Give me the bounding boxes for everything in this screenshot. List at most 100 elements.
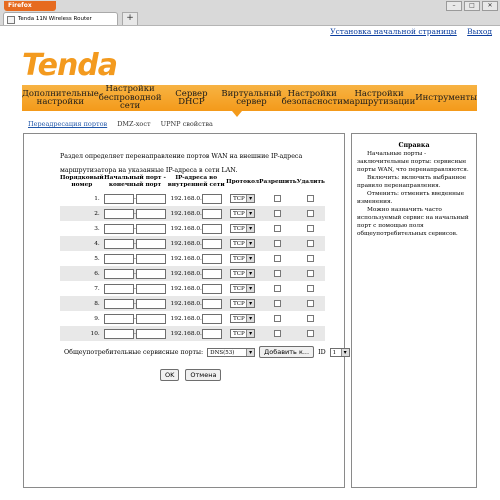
protocol-select[interactable]: TCP [230,194,256,203]
delete-checkbox[interactable] [307,210,315,217]
ip-last-octet-input[interactable] [201,223,222,234]
start-port-input[interactable] [104,223,135,234]
ip-last-octet-input[interactable] [201,328,222,339]
enable-checkbox[interactable] [274,210,282,217]
nav-dhcp-server[interactable]: Сервер DHCP [161,85,221,111]
main-nav: Дополнительные настройки Настройки беспр… [22,85,477,111]
delete-checkbox[interactable] [307,330,315,337]
end-port-input[interactable] [136,298,166,309]
protocol-select[interactable]: TCP [230,314,256,323]
delete-checkbox[interactable] [307,240,315,247]
delete-checkbox[interactable] [307,195,315,202]
end-port-input[interactable] [136,328,166,339]
enable-checkbox[interactable] [274,225,282,232]
ip-last-octet-input[interactable] [201,208,222,219]
start-port-input[interactable] [104,313,135,324]
protocol-select[interactable]: TCP [230,224,256,233]
protocol-select[interactable]: TCP [230,239,256,248]
ip-last-octet-input[interactable] [201,253,222,264]
delete-checkbox[interactable] [307,270,315,277]
nav-advanced-settings[interactable]: Дополнительные настройки [22,85,99,111]
enable-checkbox[interactable] [274,315,282,322]
end-port-input[interactable] [136,223,166,234]
enable-checkbox[interactable] [274,330,282,337]
row-number: 3. [60,221,104,236]
start-port-input[interactable] [104,193,135,204]
end-port-input[interactable] [136,268,166,279]
delete-cell [296,281,325,296]
table-row: 6.-192.168.0. TCP [60,266,325,281]
set-home-link[interactable]: Установка начальной страницы [330,27,457,36]
delete-cell [296,191,325,206]
delete-cell [296,326,325,341]
nav-routing-settings[interactable]: Настройки маршрутизации [343,85,415,111]
protocol-cell: TCP [226,191,260,206]
protocol-select[interactable]: TCP [230,209,256,218]
end-port-input[interactable] [136,253,166,264]
end-port-input[interactable] [136,193,166,204]
enable-checkbox[interactable] [274,255,282,262]
subnav-port-forwarding[interactable]: Переадресация портов [28,120,107,128]
minimize-icon[interactable]: – [446,1,462,11]
ip-last-octet-input[interactable] [201,193,222,204]
ip-last-octet-input[interactable] [201,283,222,294]
nav-tools[interactable]: Инструменты [415,85,477,111]
ok-button[interactable]: OK [160,369,180,381]
exit-link[interactable]: Выход [467,27,492,36]
enable-checkbox[interactable] [274,270,282,277]
enable-checkbox[interactable] [274,240,282,247]
enable-checkbox[interactable] [274,300,282,307]
close-icon[interactable]: ✕ [482,1,498,11]
protocol-select[interactable]: TCP [230,329,256,338]
nav-virtual-server[interactable]: Виртуальный сервер [221,85,281,111]
cancel-button[interactable]: Отмена [185,369,222,381]
end-port-input[interactable] [136,208,166,219]
header-number: Порядковый номер [60,175,104,188]
enable-cell [259,326,297,341]
end-port-input[interactable] [136,313,166,324]
start-port-input[interactable] [104,238,135,249]
protocol-select[interactable]: TCP [230,284,256,293]
start-port-input[interactable] [104,208,135,219]
row-number: 10. [60,326,104,341]
protocol-select[interactable]: TCP [230,269,256,278]
enable-cell [259,311,297,326]
end-port-input[interactable] [136,238,166,249]
protocol-select[interactable]: TCP [230,299,256,308]
browser-tab[interactable]: Tenda 11N Wireless Router [3,12,118,25]
ip-last-octet-input[interactable] [201,313,222,324]
delete-checkbox[interactable] [307,300,315,307]
maximize-icon[interactable]: □ [464,1,480,11]
header-delete: Удалить [296,178,325,185]
firefox-menu-button[interactable]: Firefox [4,1,56,11]
delete-checkbox[interactable] [307,255,315,262]
add-to-button[interactable]: Добавить к... [259,346,315,358]
end-port-input[interactable] [136,283,166,294]
enable-checkbox[interactable] [274,195,282,202]
protocol-select[interactable]: TCP [230,254,256,263]
delete-checkbox[interactable] [307,225,315,232]
nav-security-settings[interactable]: Настройки безопасности [282,85,343,111]
ip-last-octet-input[interactable] [201,268,222,279]
subnav-upnp[interactable]: UPNP свойства [161,120,213,128]
start-port-input[interactable] [104,328,135,339]
nav-wireless-settings[interactable]: Настройки беспроводной сети [99,85,162,111]
ip-last-octet-input[interactable] [201,238,222,249]
id-select[interactable]: 1 [329,347,350,357]
enable-cell [259,281,297,296]
delete-cell [296,236,325,251]
ip-prefix: 192.168.0. [170,255,202,262]
help-paragraph: Начальные порты - заключительные порты: … [357,151,469,173]
start-port-input[interactable] [104,298,135,309]
enable-checkbox[interactable] [274,285,282,292]
table-row: 7.-192.168.0. TCP [60,281,325,296]
delete-checkbox[interactable] [307,315,315,322]
start-port-input[interactable] [104,268,135,279]
new-tab-button[interactable]: + [122,12,138,25]
service-select[interactable]: DNS(53) [207,347,256,357]
start-port-input[interactable] [104,253,135,264]
start-port-input[interactable] [104,283,135,294]
delete-checkbox[interactable] [307,285,315,292]
subnav-dmz-host[interactable]: DMZ-хост [117,120,150,128]
ip-last-octet-input[interactable] [201,298,222,309]
